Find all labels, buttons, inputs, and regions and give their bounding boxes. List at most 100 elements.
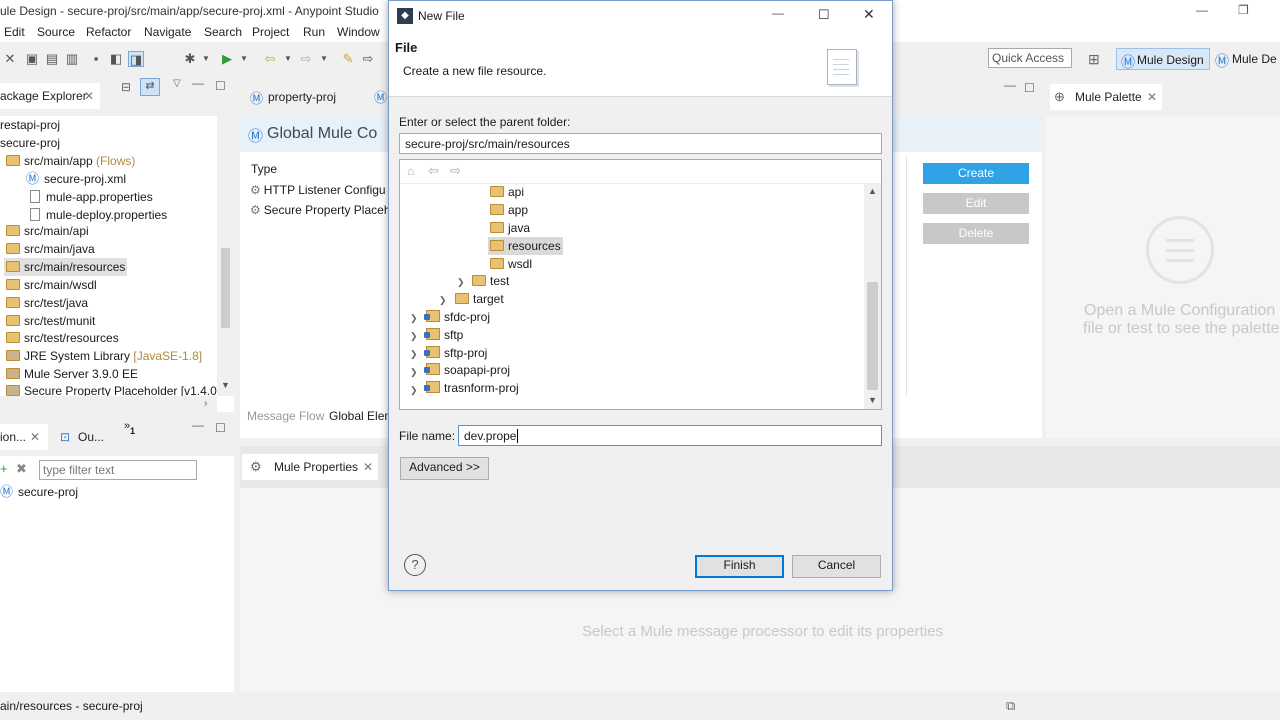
- tree-item-secure-proj-xml[interactable]: Ⓜsecure-proj.xml: [26, 170, 126, 188]
- minimize-button[interactable]: —: [1196, 3, 1208, 17]
- folder-item-app[interactable]: app: [490, 201, 528, 219]
- advanced-button[interactable]: Advanced >>: [400, 457, 489, 480]
- project-item-soapapi-proj[interactable]: soapapi-proj: [424, 361, 510, 379]
- scroll-right-icon[interactable]: ›: [204, 398, 207, 409]
- expand-icon[interactable]: ❯: [410, 385, 418, 396]
- tree-item-src-main-api[interactable]: src/main/api: [6, 222, 89, 240]
- vertical-scrollbar[interactable]: ▼: [217, 116, 234, 396]
- tab-property-proj[interactable]: Ⓜ property-proj: [248, 84, 368, 110]
- tree-item-src-main-wsdl[interactable]: src/main/wsdl: [6, 276, 97, 294]
- tree-item-secure-property-placeholder[interactable]: Secure Property Placeholder [v1.4.0]: [6, 382, 220, 396]
- tab-mule-navigation[interactable]: ion... ✕: [0, 424, 48, 450]
- expand-icon[interactable]: ❯: [410, 313, 418, 324]
- close-icon[interactable]: ✕: [30, 430, 40, 444]
- folder-item-api[interactable]: api: [490, 183, 524, 201]
- expand-icon[interactable]: ❯: [410, 331, 418, 342]
- forward-dropdown-icon[interactable]: ▼: [316, 51, 332, 67]
- finish-button[interactable]: Finish: [695, 555, 784, 578]
- save-all-icon[interactable]: ▤: [44, 51, 60, 67]
- menu-search[interactable]: Search: [204, 25, 242, 39]
- close-icon[interactable]: ✕: [1147, 90, 1157, 104]
- tree-item-restapi-proj[interactable]: restapi-proj: [0, 116, 60, 134]
- tree-item-jre-library[interactable]: JRE System Library [JavaSE-1.8]: [6, 347, 202, 365]
- tab-message-flow[interactable]: Message Flow: [247, 409, 324, 423]
- remove-icon[interactable]: ✖: [16, 461, 27, 477]
- add-icon[interactable]: +: [0, 461, 8, 476]
- build-icon[interactable]: ▪: [88, 51, 104, 67]
- menu-source[interactable]: Source: [37, 25, 75, 39]
- menu-project[interactable]: Project: [252, 25, 289, 39]
- parent-folder-input[interactable]: secure-proj/src/main/resources: [399, 133, 882, 154]
- menu-refactor[interactable]: Refactor: [86, 25, 131, 39]
- open-type-icon[interactable]: ◧: [108, 51, 124, 67]
- project-item-sftp[interactable]: sftp: [424, 326, 463, 344]
- project-item-sfdc-proj[interactable]: sfdc-proj: [424, 308, 490, 326]
- dialog-maximize-button[interactable]: ☐: [818, 7, 830, 23]
- file-name-input[interactable]: dev.prope: [458, 425, 882, 446]
- expand-icon[interactable]: ❯: [457, 277, 465, 288]
- global-element-row[interactable]: ⚙ Secure Property Placeh: [250, 201, 391, 219]
- tree-item-src-test-java[interactable]: src/test/java: [6, 294, 88, 312]
- debug-icon[interactable]: ✱: [182, 51, 198, 67]
- folder-item-java[interactable]: java: [490, 219, 530, 237]
- project-item-sftp-proj[interactable]: sftp-proj: [424, 344, 487, 362]
- mule-file-icon[interactable]: Ⓜ: [374, 87, 387, 106]
- forward-icon[interactable]: ⇨: [298, 51, 314, 67]
- toggle-icon[interactable]: ◨: [128, 51, 144, 67]
- horizontal-scrollbar[interactable]: ›: [0, 396, 217, 412]
- minimize-editor-icon[interactable]: —: [1004, 78, 1016, 92]
- expand-icon[interactable]: ❯: [410, 349, 418, 360]
- tab-outline[interactable]: ⊡ Ou...: [58, 424, 108, 450]
- save-icon[interactable]: ▣: [24, 51, 40, 67]
- dialog-close-button[interactable]: ✕: [863, 6, 875, 23]
- home-icon[interactable]: ⌂: [407, 164, 414, 178]
- minimize-view-icon[interactable]: —: [192, 418, 204, 432]
- link-editor-icon[interactable]: ⇄: [140, 78, 160, 96]
- forward-icon[interactable]: ⇨: [450, 163, 461, 179]
- close-icon[interactable]: ✕: [363, 460, 373, 474]
- tree-item-mule-server[interactable]: Mule Server 3.9.0 EE: [6, 365, 138, 383]
- view-menu-icon[interactable]: ▽: [173, 78, 181, 89]
- cancel-button[interactable]: Cancel: [792, 555, 881, 578]
- filter-input[interactable]: type filter text: [39, 460, 197, 480]
- expand-icon[interactable]: ❯: [439, 295, 447, 306]
- tree-item-src-main-resources[interactable]: src/main/resources: [4, 258, 128, 276]
- tab-mule-properties[interactable]: ⚙ Mule Properties ✕: [242, 454, 378, 480]
- global-element-row[interactable]: ⚙ HTTP Listener Configu: [250, 181, 386, 199]
- folder-item-test[interactable]: test: [472, 272, 509, 290]
- back-icon[interactable]: ⇦: [428, 163, 439, 179]
- menu-edit[interactable]: Edit: [4, 25, 25, 39]
- close-icon[interactable]: ✕: [84, 89, 94, 103]
- last-edit-icon[interactable]: ⇨: [360, 51, 376, 67]
- print-icon[interactable]: ▥: [64, 51, 80, 67]
- close-icon[interactable]: ✕: [2, 51, 18, 67]
- folder-item-resources[interactable]: resources: [488, 237, 563, 255]
- menu-window[interactable]: Window: [337, 25, 380, 39]
- menu-navigate[interactable]: Navigate: [144, 25, 191, 39]
- quick-access-input[interactable]: Quick Access: [988, 48, 1072, 68]
- open-perspective-icon[interactable]: ⊞: [1088, 51, 1100, 68]
- pin-icon[interactable]: ✎: [340, 51, 356, 67]
- tab-global-elements[interactable]: Global Elem: [329, 409, 394, 423]
- edit-button[interactable]: Edit: [923, 193, 1029, 214]
- create-button[interactable]: Create: [923, 163, 1029, 184]
- tab-mule-palette[interactable]: ⊕ Mule Palette ✕: [1050, 84, 1162, 110]
- project-item-trasnform-proj[interactable]: trasnform-proj: [424, 379, 519, 397]
- run-icon[interactable]: ▶: [219, 51, 235, 67]
- tab-package-explorer[interactable]: ackage Explorer ✕: [0, 83, 100, 109]
- tree-item-mule-app-properties[interactable]: mule-app.properties: [30, 188, 153, 206]
- run-dropdown-icon[interactable]: ▼: [236, 51, 252, 67]
- collapse-all-icon[interactable]: ⊟: [121, 80, 131, 94]
- tree-item-src-test-munit[interactable]: src/test/munit: [6, 312, 95, 330]
- restore-button[interactable]: ❐: [1238, 3, 1249, 17]
- back-dropdown-icon[interactable]: ▼: [280, 51, 296, 67]
- folder-item-wsdl[interactable]: wsdl: [490, 255, 532, 273]
- help-icon[interactable]: ?: [404, 554, 426, 576]
- menu-run[interactable]: Run: [303, 25, 325, 39]
- scroll-down-icon[interactable]: ▼: [221, 380, 230, 390]
- maximize-view-icon[interactable]: ☐: [215, 421, 226, 435]
- debug-dropdown-icon[interactable]: ▼: [198, 51, 214, 67]
- back-icon[interactable]: ⇦: [262, 51, 278, 67]
- progress-icon[interactable]: ⧉: [1006, 698, 1015, 714]
- folder-tree-scrollbar[interactable]: ▲ ▼: [864, 184, 881, 409]
